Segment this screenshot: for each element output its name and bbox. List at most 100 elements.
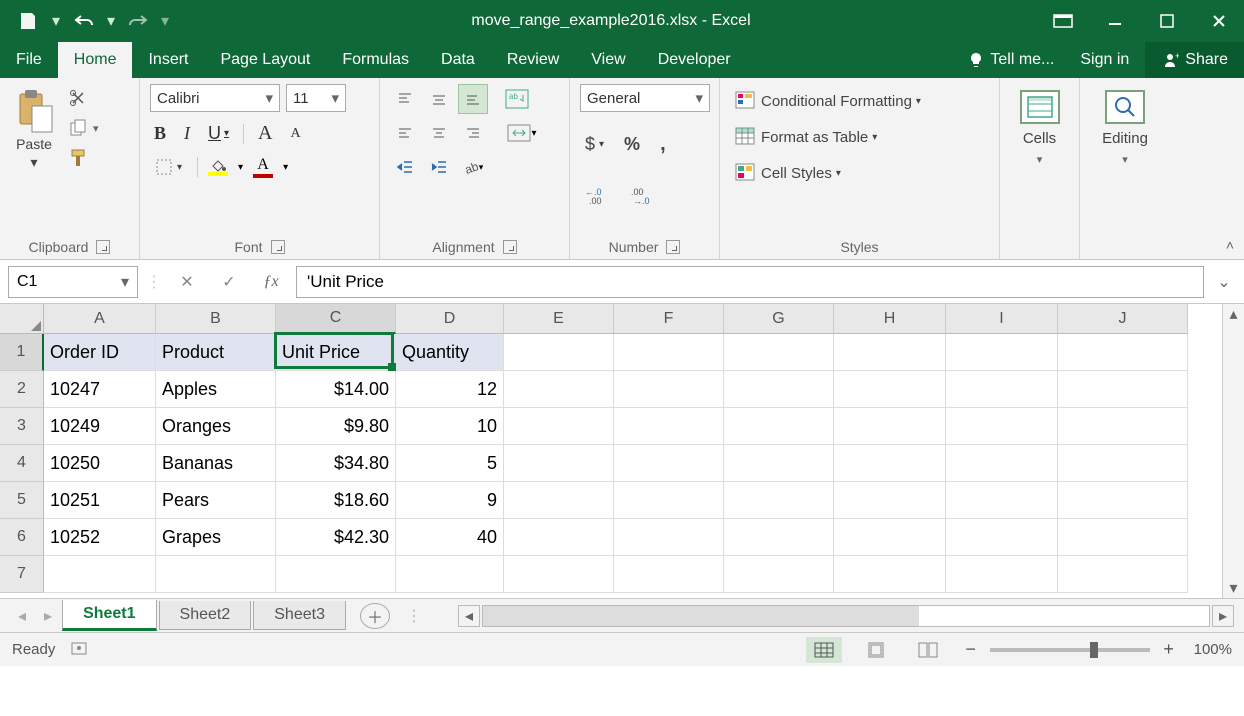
- undo-icon[interactable]: [68, 7, 100, 35]
- redo-dropdown[interactable]: ▾: [158, 7, 172, 35]
- share-button[interactable]: + Share: [1145, 42, 1244, 78]
- scroll-right-button[interactable]: ▸: [1212, 605, 1234, 627]
- cell-D2[interactable]: 12: [396, 371, 504, 408]
- cell-J4[interactable]: [1058, 445, 1188, 482]
- cell-J7[interactable]: [1058, 556, 1188, 593]
- row-header-2[interactable]: 2: [0, 371, 44, 408]
- number-launcher[interactable]: [666, 240, 680, 254]
- align-right-button[interactable]: [458, 118, 488, 148]
- column-header-E[interactable]: E: [504, 304, 614, 334]
- cell-I3[interactable]: [946, 408, 1058, 445]
- cell-A7[interactable]: [44, 556, 156, 593]
- wrap-text-button[interactable]: ab: [500, 84, 534, 114]
- page-break-view-button[interactable]: [910, 637, 946, 663]
- tab-home[interactable]: Home: [58, 42, 133, 78]
- cell-H3[interactable]: [834, 408, 946, 445]
- cell-E4[interactable]: [504, 445, 614, 482]
- row-header-5[interactable]: 5: [0, 482, 44, 519]
- expand-formula-bar-button[interactable]: ⌄: [1212, 272, 1236, 292]
- cell-A3[interactable]: 10249: [44, 408, 156, 445]
- tell-me-search[interactable]: Tell me...: [958, 42, 1064, 78]
- cell-F2[interactable]: [614, 371, 724, 408]
- cells-area[interactable]: Order IDProductUnit PriceQuantity10247Ap…: [44, 334, 1222, 598]
- copy-button[interactable]: ▾: [64, 114, 104, 142]
- cell-G2[interactable]: [724, 371, 834, 408]
- cell-G7[interactable]: [724, 556, 834, 593]
- tab-formulas[interactable]: Formulas: [326, 42, 425, 78]
- cell-D6[interactable]: 40: [396, 519, 504, 556]
- cell-B5[interactable]: Pears: [156, 482, 276, 519]
- cell-H1[interactable]: [834, 334, 946, 371]
- cell-C3[interactable]: $9.80: [276, 408, 396, 445]
- cell-E7[interactable]: [504, 556, 614, 593]
- cell-I5[interactable]: [946, 482, 1058, 519]
- cell-styles-button[interactable]: Cell Styles▾: [730, 160, 926, 186]
- maximize-button[interactable]: [1142, 0, 1192, 42]
- sheet-tab-2[interactable]: Sheet2: [159, 601, 252, 630]
- cell-H6[interactable]: [834, 519, 946, 556]
- align-bottom-button[interactable]: [458, 84, 488, 114]
- cell-C1[interactable]: Unit Price: [276, 334, 396, 371]
- cell-C5[interactable]: $18.60: [276, 482, 396, 519]
- select-all-corner[interactable]: [0, 304, 44, 334]
- borders-button[interactable]: ▾: [150, 155, 187, 179]
- cell-J2[interactable]: [1058, 371, 1188, 408]
- cell-D3[interactable]: 10: [396, 408, 504, 445]
- row-header-6[interactable]: 6: [0, 519, 44, 556]
- zoom-level[interactable]: 100%: [1194, 641, 1232, 658]
- column-header-H[interactable]: H: [834, 304, 946, 334]
- cell-I7[interactable]: [946, 556, 1058, 593]
- format-as-table-button[interactable]: Format as Table▾: [730, 124, 926, 150]
- italic-button[interactable]: I: [180, 121, 194, 146]
- cell-I4[interactable]: [946, 445, 1058, 482]
- cell-F6[interactable]: [614, 519, 724, 556]
- insert-function-button[interactable]: ƒx: [254, 266, 288, 298]
- alignment-launcher[interactable]: [503, 240, 517, 254]
- macro-record-icon[interactable]: [71, 640, 89, 660]
- column-header-D[interactable]: D: [396, 304, 504, 334]
- bold-button[interactable]: B: [150, 121, 170, 146]
- collapse-ribbon-button[interactable]: ˄: [1226, 237, 1234, 253]
- orientation-button[interactable]: ab▾: [458, 152, 488, 182]
- horizontal-scrollbar[interactable]: ◂ ▸: [458, 605, 1234, 627]
- font-size-combo[interactable]: 11▾: [286, 84, 346, 112]
- cell-A6[interactable]: 10252: [44, 519, 156, 556]
- tab-review[interactable]: Review: [491, 42, 575, 78]
- cell-F5[interactable]: [614, 482, 724, 519]
- align-middle-button[interactable]: [424, 84, 454, 114]
- cell-E1[interactable]: [504, 334, 614, 371]
- zoom-in-button[interactable]: +: [1160, 639, 1178, 660]
- cell-H4[interactable]: [834, 445, 946, 482]
- sheet-tab-3[interactable]: Sheet3: [253, 601, 346, 630]
- fill-color-button[interactable]: [208, 158, 228, 176]
- tab-insert[interactable]: Insert: [132, 42, 204, 78]
- zoom-slider[interactable]: − +: [962, 639, 1178, 660]
- scroll-down-button[interactable]: ▾: [1223, 578, 1244, 598]
- cell-F1[interactable]: [614, 334, 724, 371]
- align-left-button[interactable]: [390, 118, 420, 148]
- align-top-button[interactable]: [390, 84, 420, 114]
- row-header-3[interactable]: 3: [0, 408, 44, 445]
- column-header-J[interactable]: J: [1058, 304, 1188, 334]
- comma-format-button[interactable]: ,: [655, 130, 671, 159]
- cell-E2[interactable]: [504, 371, 614, 408]
- zoom-track[interactable]: [990, 648, 1150, 652]
- row-header-7[interactable]: 7: [0, 556, 44, 593]
- cell-E5[interactable]: [504, 482, 614, 519]
- cell-A2[interactable]: 10247: [44, 371, 156, 408]
- cell-B7[interactable]: [156, 556, 276, 593]
- conditional-formatting-button[interactable]: Conditional Formatting▾: [730, 88, 926, 114]
- tab-page-layout[interactable]: Page Layout: [204, 42, 326, 78]
- increase-decimal-button[interactable]: ←.0.00: [580, 184, 616, 208]
- cell-C2[interactable]: $14.00: [276, 371, 396, 408]
- cell-F4[interactable]: [614, 445, 724, 482]
- sheet-tab-1[interactable]: Sheet1: [62, 600, 156, 631]
- percent-format-button[interactable]: %: [619, 131, 645, 158]
- column-header-C[interactable]: C: [276, 304, 396, 334]
- cell-G1[interactable]: [724, 334, 834, 371]
- decrease-indent-button[interactable]: [390, 152, 420, 182]
- merge-center-button[interactable]: ▾: [500, 118, 544, 148]
- row-header-1[interactable]: 1: [0, 334, 44, 371]
- cut-button[interactable]: [64, 84, 104, 112]
- tab-view[interactable]: View: [575, 42, 641, 78]
